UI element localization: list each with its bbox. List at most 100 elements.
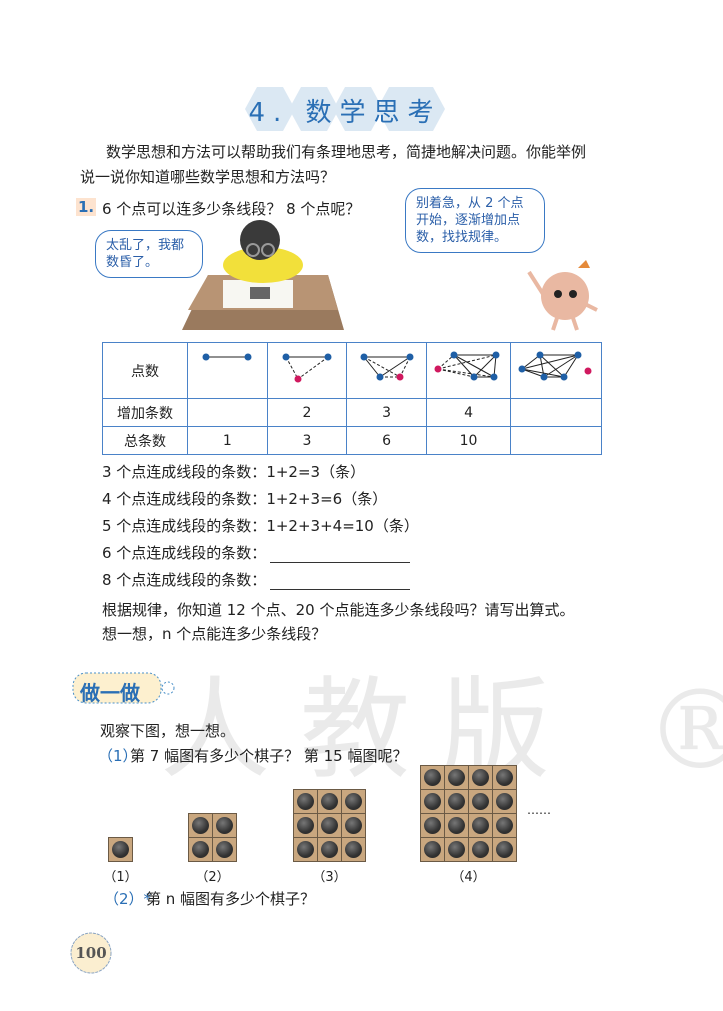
chess-piece <box>345 793 362 810</box>
intro-line-1: 数学思想和方法可以帮助我们有条理地思考，简捷地解决问题。你能举例 <box>106 143 587 161</box>
board-cell <box>421 790 444 813</box>
board-cell <box>189 814 212 837</box>
figure-label: （2） <box>195 870 230 885</box>
chess-piece <box>496 841 513 858</box>
board-cell <box>493 838 516 861</box>
board-cell <box>421 766 444 789</box>
board-cell <box>445 838 468 861</box>
board-cell <box>318 838 341 861</box>
activity-q2-number: （2）* <box>104 890 152 908</box>
chess-piece <box>472 841 489 858</box>
board-cell <box>189 838 212 861</box>
line-5-points: 5 个点连成线段的条数：1+2+3+4=10（条） <box>102 517 419 535</box>
board-cell <box>213 838 236 861</box>
board-cell <box>318 790 341 813</box>
board-cell <box>421 838 444 861</box>
activity-intro: 观察下图，想一想。 <box>100 722 236 740</box>
board-cell <box>445 766 468 789</box>
chess-piece <box>496 817 513 834</box>
line-6-points: 6 个点连成线段的条数： <box>102 542 411 563</box>
board-cell <box>342 814 365 837</box>
row-label-added: 增加条数 <box>102 398 188 427</box>
row-label-points: 点数 <box>102 342 188 399</box>
chess-piece <box>192 841 209 858</box>
board-cell <box>493 814 516 837</box>
board-cell <box>469 838 492 861</box>
chess-piece <box>424 769 441 786</box>
chess-piece <box>297 841 314 858</box>
line-3-points: 3 个点连成线段的条数：1+2=3（条） <box>102 463 366 481</box>
row-label-total: 总条数 <box>102 426 188 455</box>
question-number: 1. <box>76 198 97 216</box>
diagram-4-points <box>346 342 427 399</box>
chess-board-figure <box>420 765 517 862</box>
figure-label: （1） <box>103 870 138 885</box>
boy-at-desk-illustration <box>182 220 344 330</box>
chess-piece <box>216 817 233 834</box>
board-cell <box>469 814 492 837</box>
chess-board-figure <box>188 813 237 862</box>
answer-blank-8[interactable] <box>270 575 411 590</box>
added-cell: 2 <box>266 398 348 427</box>
chess-piece <box>472 769 489 786</box>
diagram-5-points <box>425 342 512 399</box>
mascot-illustration <box>527 260 598 331</box>
line-8-points: 8 个点连成线段的条数： <box>102 569 411 590</box>
rule-line-1: 根据规律，你知道 12 个点、20 个点能连多少条线段吗？请写出算式。 <box>102 601 575 619</box>
board-cell <box>445 790 468 813</box>
chess-piece <box>496 793 513 810</box>
added-cell: 4 <box>425 398 512 427</box>
board-cell <box>318 814 341 837</box>
added-cell <box>187 398 268 427</box>
intro-line-2: 说一说你知道哪些数学思想和方法吗？ <box>80 168 336 186</box>
page-number: 100 <box>75 944 107 962</box>
page-title: 4. 数学思考 <box>248 98 442 128</box>
board-cell <box>493 790 516 813</box>
total-cell <box>510 426 602 455</box>
chess-piece <box>472 793 489 810</box>
chess-piece <box>112 841 129 858</box>
speech-bubble-mascot: 别着急，从 2 个点开始，逐渐增加点数，找找规律。 <box>405 188 545 253</box>
line-4-points: 4 个点连成线段的条数：1+2+3=6（条） <box>102 490 388 508</box>
chess-piece <box>424 841 441 858</box>
chess-piece <box>321 841 338 858</box>
activity-badge: 做一做 <box>80 681 140 705</box>
board-cell <box>421 814 444 837</box>
board-cell <box>342 790 365 813</box>
chess-piece <box>345 841 362 858</box>
diagram-2-points <box>187 342 268 399</box>
total-cell: 6 <box>346 426 427 455</box>
line-8-label: 8 个点连成线段的条数： <box>102 571 267 589</box>
diagram-3-points <box>266 342 348 399</box>
activity-q1-text: 第 7 幅图有多少个棋子？ 第 15 幅图呢？ <box>130 747 408 765</box>
board-cell <box>294 838 317 861</box>
chess-piece <box>448 817 465 834</box>
board-cell <box>294 790 317 813</box>
answer-blank-6[interactable] <box>270 548 411 563</box>
chess-piece <box>424 817 441 834</box>
figure-label: （4） <box>451 870 486 885</box>
added-cell: 3 <box>346 398 427 427</box>
chess-piece <box>472 817 489 834</box>
board-cell <box>109 838 132 861</box>
chess-piece <box>496 769 513 786</box>
diagram-6-points <box>510 342 602 399</box>
chess-piece <box>297 817 314 834</box>
board-cell <box>493 766 516 789</box>
chess-board-figure <box>108 837 133 862</box>
chess-piece <box>321 817 338 834</box>
chess-board-figure <box>293 789 366 862</box>
figure-label: （3） <box>312 870 347 885</box>
board-cell <box>294 814 317 837</box>
chess-piece <box>321 793 338 810</box>
chess-piece <box>345 817 362 834</box>
chess-piece <box>448 841 465 858</box>
total-cell: 3 <box>266 426 348 455</box>
line-6-label: 6 个点连成线段的条数： <box>102 544 267 562</box>
added-cell <box>510 398 602 427</box>
board-cell <box>469 766 492 789</box>
points-segments-table: 点数 增加条数 2 3 4 总条数 1 3 6 10 <box>102 342 602 455</box>
textbook-page: 4. 数学思考 数学思想和方法可以帮助我们有条理地思考，简捷地解决问题。你能举例… <box>0 0 723 1011</box>
ellipsis: …… <box>527 803 551 817</box>
board-cell <box>469 790 492 813</box>
